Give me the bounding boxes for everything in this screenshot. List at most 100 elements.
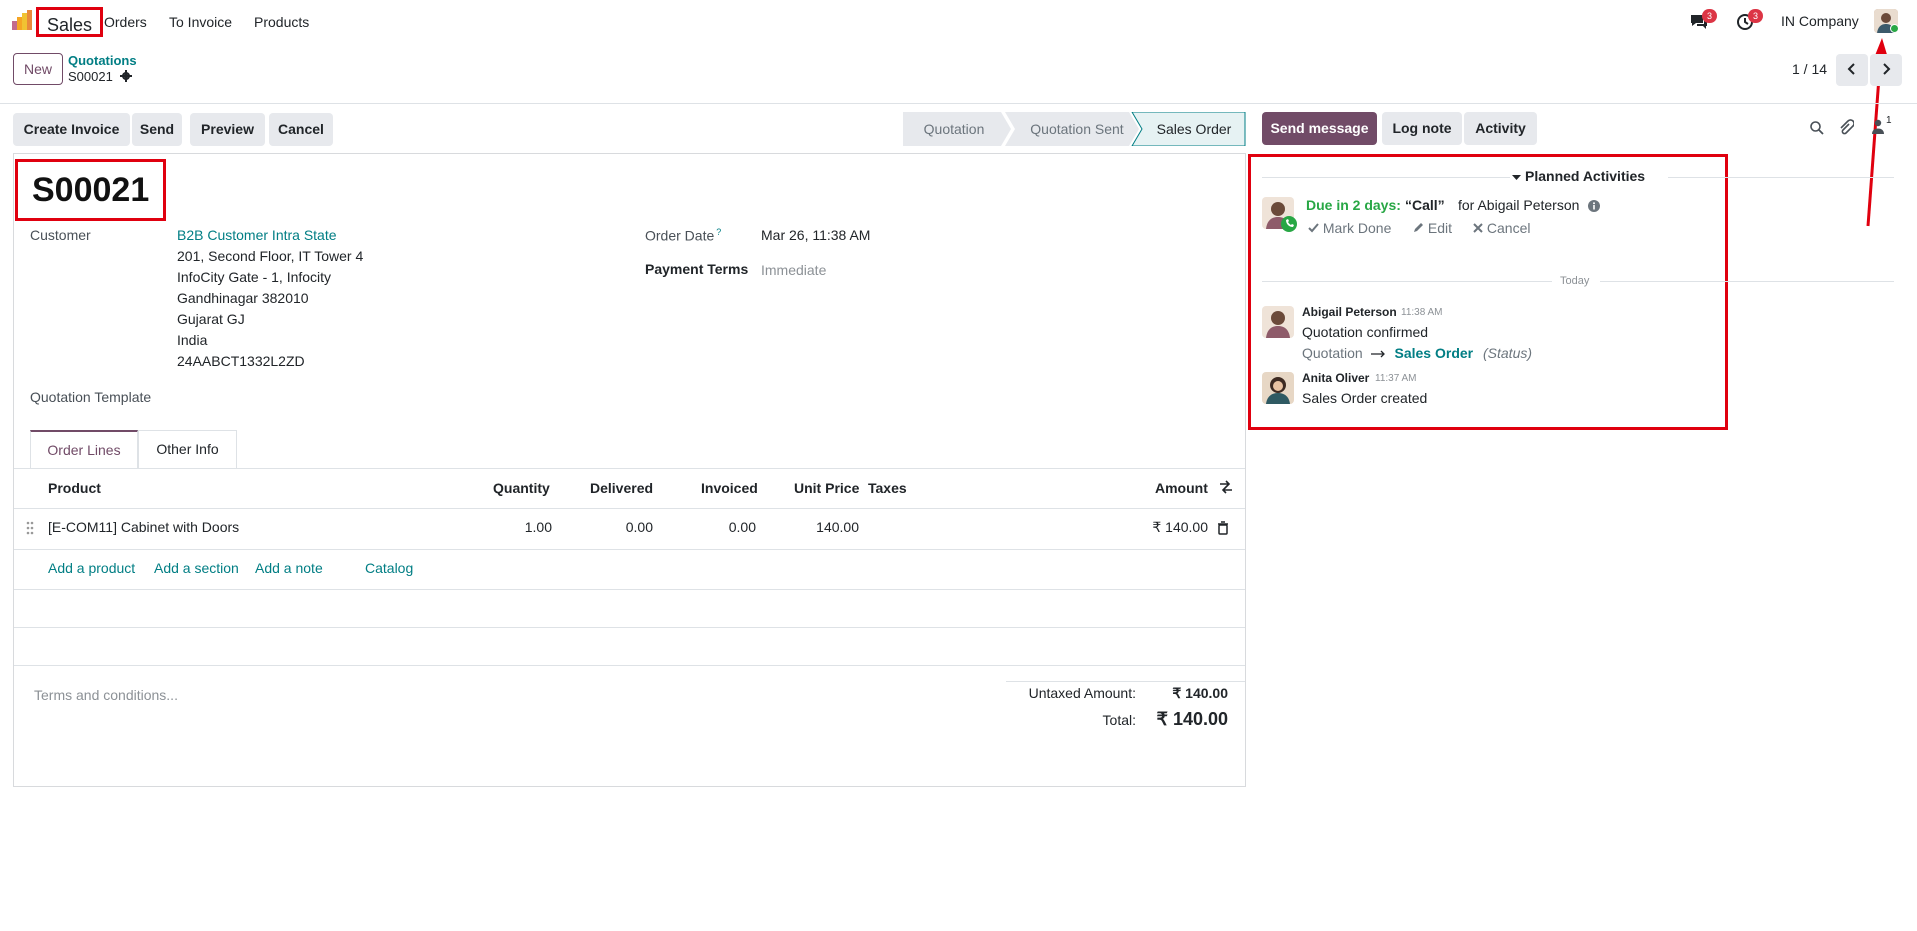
- payment-terms-label: Payment Terms: [645, 261, 749, 277]
- column-quantity[interactable]: Quantity: [493, 480, 550, 496]
- untaxed-amount-label: Untaxed Amount:: [1028, 685, 1136, 701]
- chevron-right-icon: [1883, 63, 1891, 75]
- send-message-button[interactable]: Send message: [1262, 112, 1377, 145]
- message-author[interactable]: Anita Oliver: [1302, 371, 1369, 385]
- row-invoiced[interactable]: 0.00: [708, 517, 756, 538]
- stage-quotation[interactable]: Quotation: [903, 113, 1005, 145]
- column-amount[interactable]: Amount: [1155, 480, 1208, 496]
- menu-products[interactable]: Products: [254, 13, 309, 31]
- planned-activities-toggle[interactable]: Planned Activities: [1512, 168, 1645, 184]
- address-line: India: [177, 332, 208, 348]
- gear-icon[interactable]: [120, 70, 133, 82]
- cancel-label: Cancel: [1486, 220, 1531, 236]
- planned-divider-left: [1262, 177, 1510, 178]
- user-icon: [1872, 119, 1884, 134]
- catalog-link[interactable]: Catalog: [365, 560, 413, 576]
- breadcrumb-quotations[interactable]: Quotations: [68, 53, 137, 68]
- stage-sales-order[interactable]: Sales Order: [1142, 113, 1246, 145]
- highlight-box: [1248, 154, 1728, 430]
- followers-button[interactable]: 1: [1871, 115, 1892, 137]
- user-photo-icon: [1262, 306, 1294, 338]
- message-time: 11:37 AM: [1375, 373, 1417, 384]
- row-delivered[interactable]: 0.00: [605, 517, 653, 538]
- terms-conditions-input[interactable]: Terms and conditions...: [34, 687, 178, 703]
- totals-divider: [1006, 681, 1245, 682]
- cancel-order-button[interactable]: Cancel: [269, 113, 333, 146]
- tabs-divider: [14, 468, 1245, 469]
- add-note-link[interactable]: Add a note: [255, 560, 323, 576]
- row-divider: [14, 589, 1245, 590]
- create-invoice-button[interactable]: Create Invoice: [13, 113, 130, 146]
- payment-terms-input[interactable]: Immediate: [761, 260, 826, 281]
- message-avatar[interactable]: [1262, 372, 1294, 404]
- mark-done-label: Mark Done: [1322, 220, 1392, 236]
- column-invoiced[interactable]: Invoiced: [701, 480, 758, 496]
- search-icon[interactable]: [1809, 120, 1825, 136]
- cancel-activity-button[interactable]: Cancel: [1473, 220, 1530, 236]
- caret-down-icon: [1512, 175, 1521, 180]
- message-avatar[interactable]: [1262, 306, 1294, 338]
- pager-value[interactable]: 1 / 14: [1792, 61, 1827, 77]
- control-panel: [0, 44, 1917, 104]
- mark-done-button[interactable]: Mark Done: [1308, 220, 1391, 236]
- new-button[interactable]: New: [13, 53, 63, 85]
- row-product[interactable]: [E-COM11] Cabinet with Doors: [48, 517, 239, 538]
- tracking-field: (Status): [1483, 345, 1533, 361]
- add-product-link[interactable]: Add a product: [48, 560, 135, 576]
- trash-icon[interactable]: [1217, 521, 1229, 535]
- help-tooltip-icon[interactable]: ?: [716, 227, 721, 237]
- messages-badge: 3: [1702, 9, 1717, 23]
- activities-menu[interactable]: 3: [1736, 9, 1763, 34]
- planned-activities-title: Planned Activities: [1525, 168, 1646, 184]
- column-taxes[interactable]: Taxes: [868, 480, 907, 496]
- customer-link[interactable]: B2B Customer Intra State: [177, 225, 337, 246]
- company-switcher[interactable]: IN Company: [1781, 13, 1859, 29]
- today-label: Today: [1560, 275, 1590, 287]
- stage-quotation-sent[interactable]: Quotation Sent: [1012, 113, 1142, 145]
- optional-columns-icon[interactable]: [1219, 480, 1233, 494]
- row-quantity[interactable]: 1.00: [504, 517, 552, 538]
- column-product[interactable]: Product: [48, 480, 101, 496]
- message-author[interactable]: Abigail Peterson: [1302, 305, 1397, 319]
- planned-divider-right: [1668, 177, 1894, 178]
- address-line: Gandhinagar 382010: [177, 290, 309, 306]
- activity-assignee: for Abigail Peterson: [1458, 197, 1580, 213]
- info-icon[interactable]: [1588, 200, 1600, 212]
- check-icon: [1308, 223, 1319, 233]
- app-logo-icon[interactable]: [12, 10, 34, 32]
- drag-handle-icon[interactable]: [26, 521, 34, 535]
- add-section-link[interactable]: Add a section: [154, 560, 239, 576]
- customer-label: Customer: [30, 227, 91, 243]
- row-unit-price[interactable]: 140.00: [790, 517, 859, 538]
- edit-activity-button[interactable]: Edit: [1413, 220, 1452, 236]
- menu-to-invoice[interactable]: To Invoice: [169, 13, 232, 31]
- app-name-sales[interactable]: Sales: [36, 7, 104, 37]
- menu-orders[interactable]: Orders: [104, 13, 147, 31]
- paperclip-icon[interactable]: [1838, 119, 1854, 137]
- tab-order-lines[interactable]: Order Lines: [30, 430, 138, 468]
- log-note-button[interactable]: Log note: [1382, 112, 1462, 145]
- activity-summary: “Call”: [1405, 197, 1445, 213]
- preview-button[interactable]: Preview: [190, 113, 265, 146]
- untaxed-amount-value: ₹ 140.00: [1172, 685, 1228, 701]
- row-divider: [14, 665, 1245, 666]
- today-divider-right: [1600, 281, 1894, 282]
- pager-next-button[interactable]: [1870, 54, 1902, 86]
- activity-button[interactable]: Activity: [1464, 112, 1537, 145]
- order-name: S00021: [15, 159, 167, 221]
- arrow-right-icon: [1370, 350, 1385, 358]
- send-button[interactable]: Send: [132, 113, 182, 146]
- order-date-value[interactable]: Mar 26, 11:38 AM: [761, 225, 870, 246]
- row-divider: [14, 627, 1245, 628]
- address-line: Gujarat GJ: [177, 311, 245, 327]
- total-label: Total:: [1102, 712, 1136, 728]
- tab-other-info[interactable]: Other Info: [138, 430, 237, 468]
- column-unit-price[interactable]: Unit Price: [794, 480, 859, 496]
- column-delivered[interactable]: Delivered: [590, 480, 653, 496]
- breadcrumb-current: S00021: [68, 69, 133, 84]
- messages-menu[interactable]: 3: [1689, 9, 1717, 34]
- pager-previous-button[interactable]: [1836, 54, 1868, 86]
- address-line: 24AABCT1332L2ZD: [177, 353, 305, 369]
- breadcrumb-current-label: S00021: [68, 69, 113, 84]
- quotation-template-label: Quotation Template: [30, 389, 152, 405]
